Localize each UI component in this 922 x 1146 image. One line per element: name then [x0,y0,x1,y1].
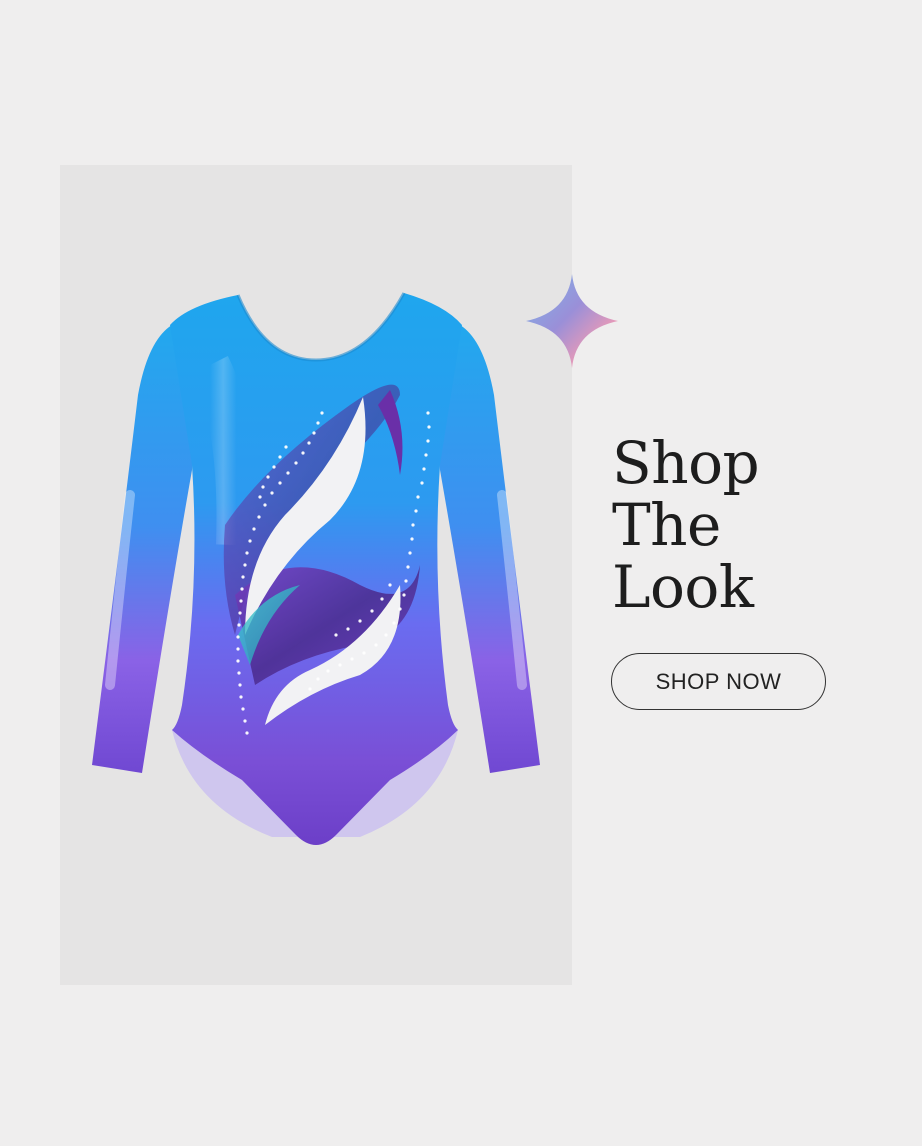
leotard-image [92,292,540,845]
product-image-panel [60,165,572,985]
sparkle-icon [526,274,618,368]
headline-line-2: The [612,491,721,559]
shop-now-button[interactable]: SHOP NOW [611,653,826,710]
headline: Shop The Look [612,432,892,618]
headline-line-3: Look [612,553,754,621]
headline-line-1: Shop [612,429,760,497]
